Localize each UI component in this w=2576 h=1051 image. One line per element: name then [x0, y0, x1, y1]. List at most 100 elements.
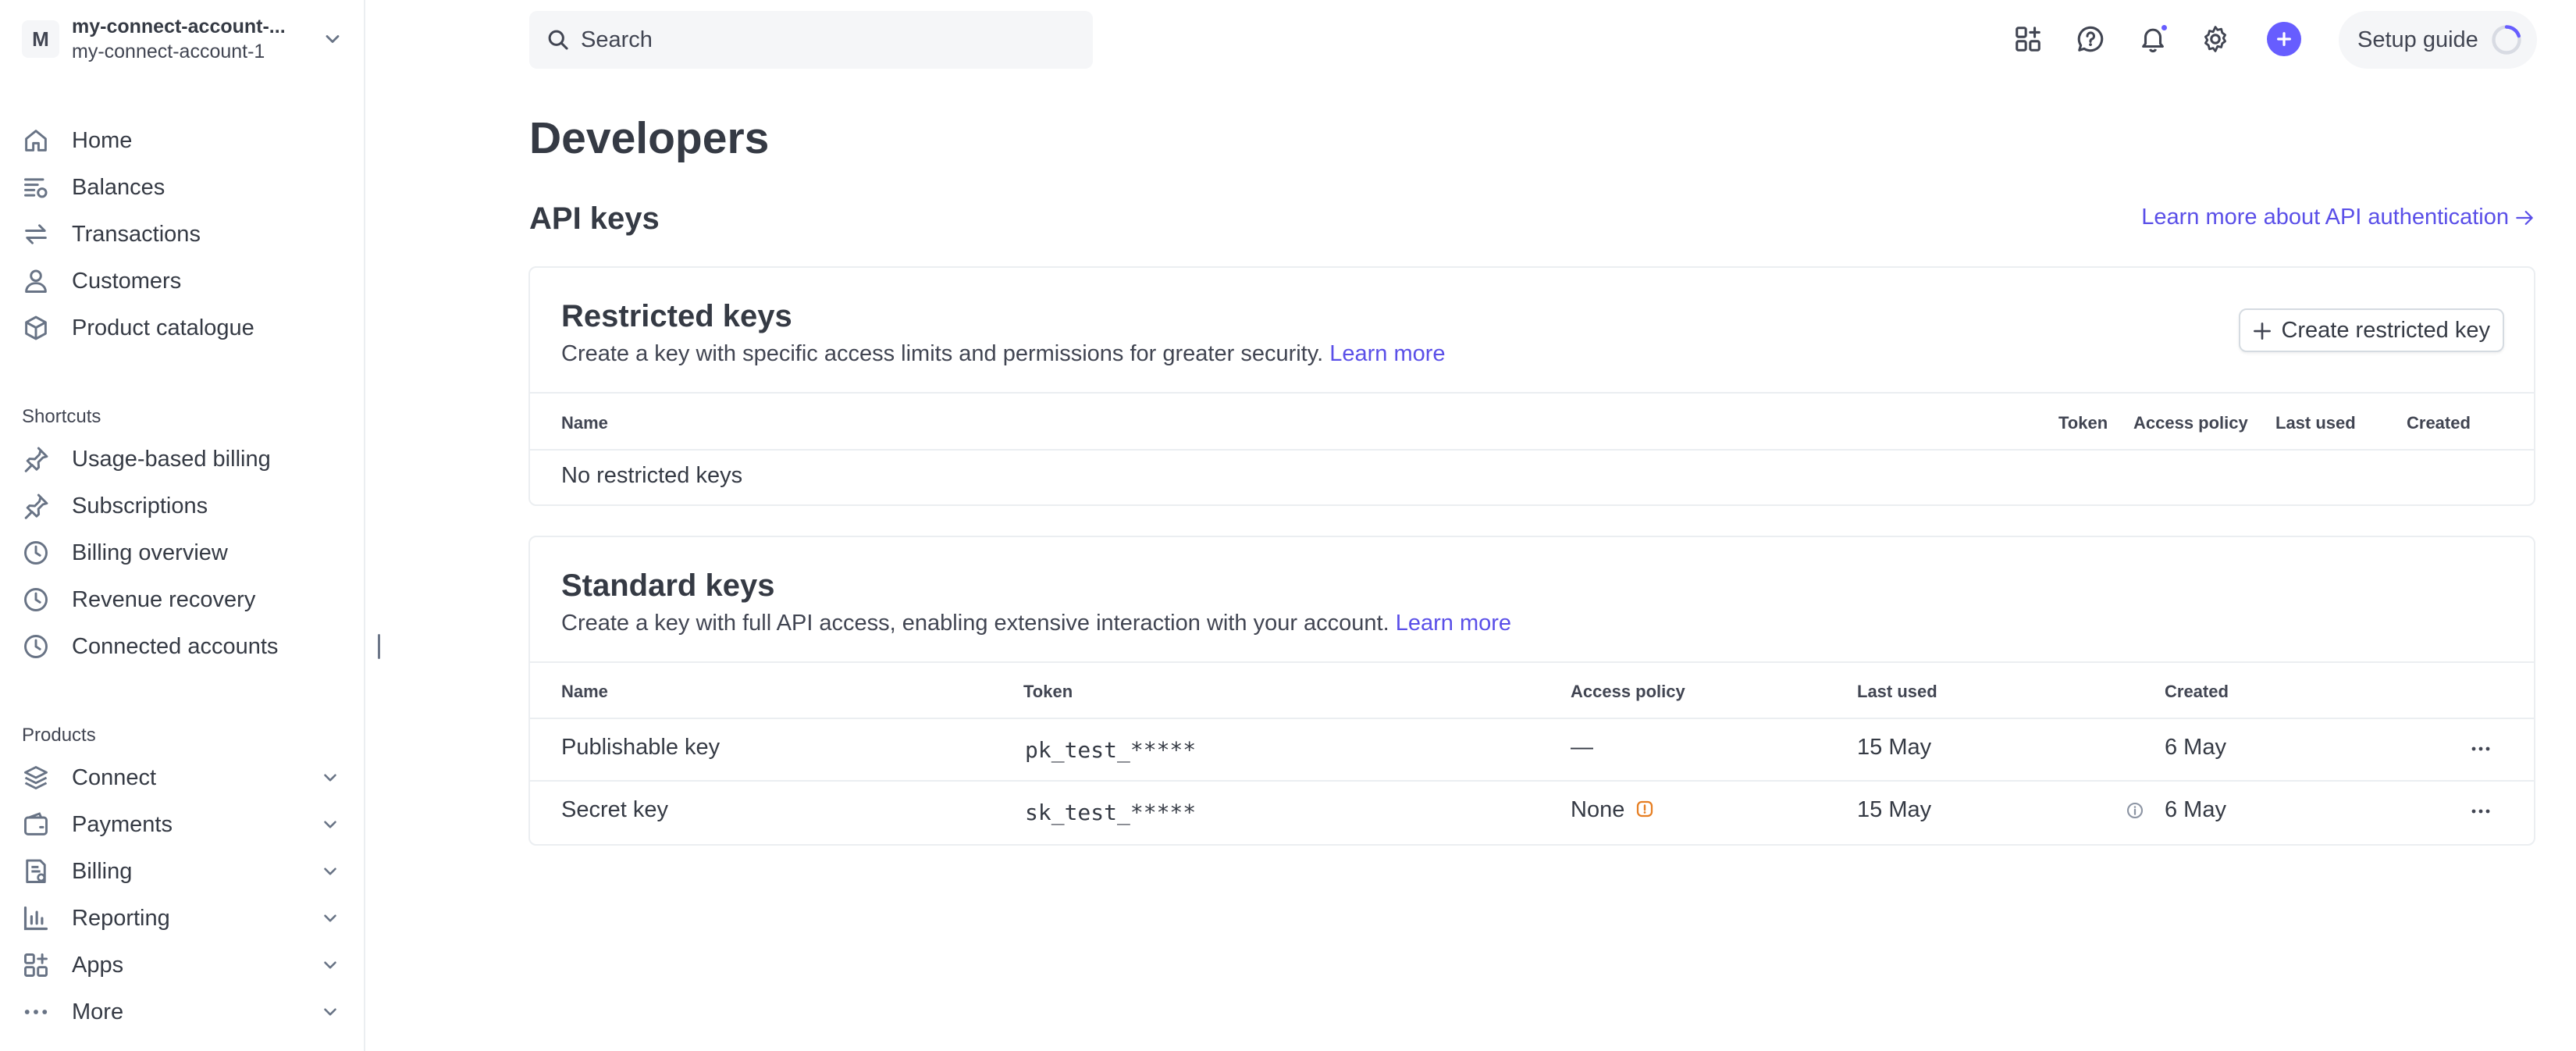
sidebar-item-home[interactable]: Home — [22, 120, 343, 161]
chevron-down-icon — [324, 1008, 336, 1016]
sidebar-item-usage-based-billing[interactable]: Usage-based billing — [22, 439, 343, 479]
search-icon — [548, 30, 568, 50]
sidebar-item-billing[interactable]: Billing — [22, 851, 343, 892]
sidebar-item-balances[interactable]: Balances — [22, 167, 343, 208]
column-header-created: Created — [2165, 682, 2229, 701]
ellipsis-icon — [2471, 746, 2490, 751]
api-keys-heading: API keys — [529, 201, 660, 236]
sidebar-item-connect[interactable]: Connect — [22, 757, 343, 798]
info-icon[interactable] — [2126, 801, 2144, 820]
sidebar-item-more[interactable]: More — [22, 992, 343, 1032]
standard-keys-title: Standard keys — [561, 568, 775, 603]
sidebar-item-customers[interactable]: Customers — [22, 261, 343, 301]
sidebar-item-reporting[interactable]: Reporting — [22, 898, 343, 939]
search-placeholder: Search — [581, 27, 653, 52]
apps-icon — [24, 953, 48, 977]
column-header-access-policy: Access policy — [2133, 413, 2248, 433]
chevron-down-icon — [324, 774, 336, 782]
reporting-icon — [23, 906, 48, 931]
restricted-keys-description: Create a key with specific access limits… — [561, 341, 1446, 367]
chevron-down-icon — [326, 35, 340, 43]
billing-icon — [26, 859, 46, 883]
sidebar-item-payments[interactable]: Payments — [22, 804, 343, 845]
notifications-button[interactable] — [2136, 22, 2170, 56]
sidebar-item-label: More — [72, 999, 124, 1024]
sidebar-item-label: Product catalogue — [72, 315, 254, 340]
sidebar-item-billing-overview[interactable]: Billing overview — [22, 533, 343, 573]
restricted-learn-more-link[interactable]: Learn more — [1329, 341, 1445, 366]
sidebar-item-label: Subscriptions — [72, 493, 208, 518]
shortcuts-heading: Shortcuts — [22, 406, 101, 427]
help-button[interactable] — [2073, 22, 2108, 56]
key-last-used: 15 May — [1857, 735, 1932, 760]
sidebar-item-connected-accounts[interactable]: Connected accounts — [22, 626, 343, 667]
account-switcher[interactable]: M my-connect-account-... my-connect-acco… — [22, 16, 343, 62]
settings-button[interactable] — [2198, 22, 2233, 56]
sidebar-item-label: Connect — [72, 764, 157, 790]
key-token[interactable]: pk_test_***** — [1025, 737, 1196, 763]
chevron-down-icon — [324, 868, 336, 875]
payments-icon — [24, 812, 48, 835]
arrow-right-icon — [2516, 210, 2533, 225]
gear-icon — [2204, 26, 2227, 52]
column-header-token: Token — [1023, 682, 1073, 701]
create-restricted-key-button[interactable]: Create restricted key — [2239, 308, 2504, 352]
key-last-used: 15 May — [1857, 797, 1932, 822]
standard-keys-desc-text: Create a key with full API access, enabl… — [561, 611, 1389, 636]
create-new-button[interactable] — [2267, 22, 2301, 56]
account-text: my-connect-account-... my-connect-accoun… — [72, 14, 322, 64]
divider — [530, 661, 2534, 663]
help-icon — [2077, 26, 2104, 52]
apps-grid-button[interactable] — [2011, 22, 2045, 56]
pin-icon — [24, 447, 48, 472]
account-name: my-connect-account-... — [72, 16, 286, 37]
product-icon — [25, 315, 47, 340]
sidebar-item-label: Billing overview — [72, 540, 228, 565]
sidebar-item-label: Home — [72, 127, 133, 153]
sidebar-item-label: Revenue recovery — [72, 586, 256, 612]
empty-state-text: No restricted keys — [561, 463, 743, 488]
pin-icon — [24, 493, 48, 519]
restricted-keys-card: Restricted keys Create a key with specif… — [528, 266, 2535, 506]
sidebar-item-label: Apps — [72, 952, 124, 978]
sidebar-item-label: Connected accounts — [72, 633, 279, 659]
products-heading: Products — [22, 725, 96, 746]
sidebar-item-label: Reporting — [72, 905, 170, 931]
row-actions-button[interactable] — [2465, 800, 2496, 823]
key-access-policy: — — [1571, 735, 1593, 760]
sidebar-item-label: Transactions — [72, 221, 201, 247]
chevron-down-icon — [324, 961, 336, 969]
sidebar-item-product-catalogue[interactable]: Product catalogue — [22, 308, 343, 348]
learn-more-api-auth-link[interactable]: Learn more about API authentication — [2141, 205, 2535, 230]
sidebar-item-label: Customers — [72, 268, 182, 294]
plus-icon — [2277, 32, 2291, 46]
balances-icon — [24, 178, 48, 198]
standard-learn-more-link[interactable]: Learn more — [1396, 611, 1511, 636]
chevron-down-icon — [324, 821, 336, 828]
standard-keys-description: Create a key with full API access, enabl… — [561, 611, 1511, 636]
more-icon — [24, 1010, 48, 1014]
sidebar-item-revenue-recovery[interactable]: Revenue recovery — [22, 579, 343, 620]
sidebar-item-subscriptions[interactable]: Subscriptions — [22, 486, 343, 526]
sidebar-item-label: Usage-based billing — [72, 446, 271, 472]
key-name: Secret key — [561, 797, 668, 822]
key-name: Publishable key — [561, 735, 720, 760]
sidebar-item-transactions[interactable]: Transactions — [22, 214, 343, 255]
row-actions-button[interactable] — [2465, 737, 2496, 761]
progress-ring-icon — [2492, 25, 2521, 55]
create-restricted-key-label: Create restricted key — [2281, 317, 2490, 343]
clock-icon — [24, 588, 48, 611]
search-input[interactable]: Search — [529, 11, 1093, 69]
sidebar-item-apps[interactable]: Apps — [22, 945, 343, 985]
sidebar-resize-handle[interactable] — [378, 634, 380, 659]
restricted-keys-desc-text: Create a key with specific access limits… — [561, 341, 1324, 366]
learn-more-api-auth-label: Learn more about API authentication — [2141, 205, 2509, 230]
key-token[interactable]: sk_test_***** — [1025, 800, 1196, 825]
column-header-created: Created — [2407, 413, 2471, 433]
warning-info-icon[interactable] — [1635, 800, 1654, 818]
restricted-keys-title: Restricted keys — [561, 299, 792, 333]
standard-keys-card: Standard keys Create a key with full API… — [528, 536, 2535, 846]
account-avatar: M — [22, 20, 59, 58]
setup-guide-button[interactable]: Setup guide — [2339, 11, 2537, 69]
transactions-icon — [25, 224, 47, 244]
